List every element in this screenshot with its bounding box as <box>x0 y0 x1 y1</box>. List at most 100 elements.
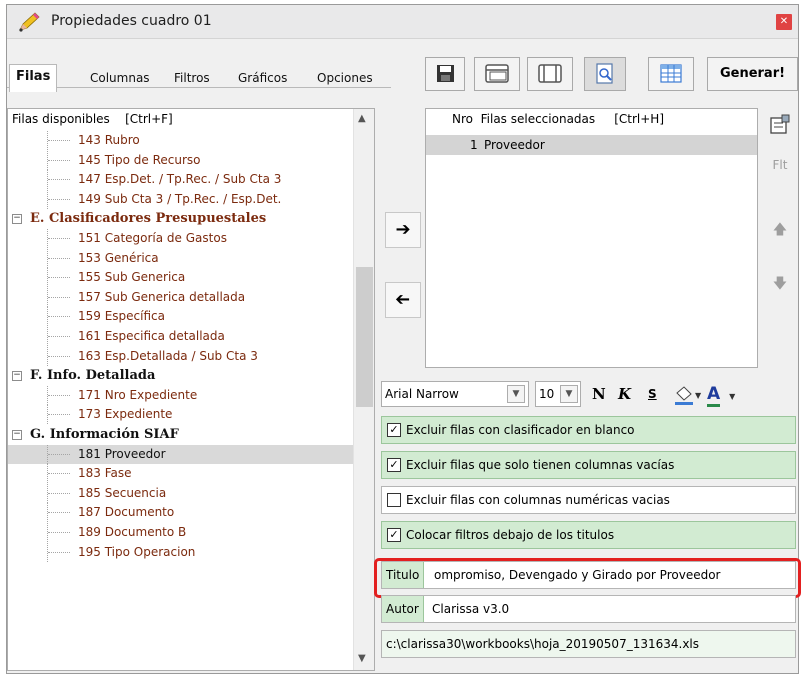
tree-item[interactable]: 155 Sub Generica <box>8 268 353 288</box>
tree-item[interactable]: 163 Esp.Detallada / Sub Cta 3 <box>8 346 353 366</box>
tree-connector <box>48 159 70 161</box>
tree-item[interactable]: 171 Nro Expediente <box>8 385 353 405</box>
path-field[interactable]: c:\clarissa30\workbooks\hoja_20190507_13… <box>381 630 796 658</box>
tree-item[interactable]: 189 Documento B <box>8 523 353 542</box>
pencil-icon <box>19 12 40 32</box>
selected-row[interactable]: 1 Proveedor <box>426 135 757 155</box>
tree-item[interactable]: 143 Rubro <box>8 131 353 150</box>
tree-group[interactable]: − E. Clasificadores Presupuestales <box>8 209 353 228</box>
tree-connector <box>48 355 70 357</box>
tree-item[interactable]: 159 Específica <box>8 307 353 327</box>
path-value[interactable]: c:\clarissa30\workbooks\hoja_20190507_13… <box>386 631 699 657</box>
option-label: Excluir filas con clasificador en blanco <box>406 423 635 437</box>
save-button[interactable] <box>425 57 465 91</box>
table-button[interactable] <box>648 57 694 91</box>
tab-filtros[interactable]: Filtros <box>168 67 216 91</box>
collapse-icon[interactable]: − <box>12 371 22 382</box>
tree-item[interactable]: 145 Tipo de Recurso <box>8 150 353 170</box>
option-exclude-empty-columns[interactable]: ✓ Excluir filas que solo tienen columnas… <box>381 451 796 479</box>
tab-filas[interactable]: Filas <box>9 64 58 92</box>
layout-columns-button[interactable] <box>527 57 573 91</box>
tree-connector <box>47 229 48 248</box>
title-bar: Propiedades cuadro 01 ✕ <box>7 5 798 39</box>
checkbox-icon[interactable] <box>387 493 401 507</box>
option-filters-below-titles[interactable]: ✓ Colocar filtros debajo de los titulos <box>381 521 796 549</box>
tree-group[interactable]: − F. Info. Detallada <box>8 366 353 385</box>
autor-label: Autor <box>382 596 424 622</box>
filter-button[interactable]: Flt <box>764 147 796 183</box>
tree-item-label: F. Info. Detallada <box>30 368 156 384</box>
option-label: Excluir filas con columnas numéricas vac… <box>406 493 670 507</box>
option-exclude-empty-numeric[interactable]: Excluir filas con columnas numéricas vac… <box>381 486 796 514</box>
tree-item-label: 153 Genérica <box>78 250 159 265</box>
chevron-down-icon[interactable]: ▼ <box>560 385 578 403</box>
font-color-button[interactable]: A ▼ <box>707 381 735 407</box>
tree-item-label: 155 Sub Generica <box>78 270 186 285</box>
tree-connector <box>48 473 70 475</box>
collapse-icon[interactable]: − <box>12 430 22 440</box>
tree-item[interactable]: 149 Sub Cta 3 / Tp.Rec. / Esp.Det. <box>8 189 353 209</box>
tree-group[interactable]: − G. Información SIAF <box>8 425 353 444</box>
preview-button[interactable] <box>584 57 626 91</box>
document-preview-icon <box>596 63 613 84</box>
available-rows-list[interactable]: Filas disponibles [Ctrl+F] 143 Rubro 145 … <box>7 108 375 671</box>
selected-rows-list[interactable]: Nro Filas seleccionadas [Ctrl+H] 1 Prove… <box>425 108 758 368</box>
layout-rows-icon <box>485 64 509 83</box>
tree-item[interactable]: 185 Secuencia <box>8 483 353 503</box>
tree-item[interactable]: 161 Especifica detallada <box>8 327 353 346</box>
autor-input[interactable]: Clarissa v3.0 <box>432 596 509 622</box>
scroll-up-icon[interactable]: ▲ <box>358 113 366 124</box>
italic-button[interactable]: K <box>618 381 631 407</box>
tree-item[interactable]: 157 Sub Generica detallada <box>8 287 353 307</box>
generate-button[interactable]: Generar! <box>707 57 798 91</box>
checkbox-icon[interactable]: ✓ <box>387 423 401 437</box>
tree-item[interactable]: 187 Documento <box>8 503 353 523</box>
layout-rows-button[interactable] <box>474 57 520 91</box>
tab-columnas[interactable]: Columnas <box>84 67 156 91</box>
bold-button[interactable]: N <box>592 381 606 407</box>
tree-item[interactable]: 181 Proveedor <box>8 444 353 464</box>
arrow-up-icon: 🡅 <box>772 222 788 238</box>
font-family-select[interactable]: Arial Narrow ▼ <box>381 381 529 407</box>
tab-graficos[interactable]: Gráficos <box>232 67 293 91</box>
scroll-down-icon[interactable]: ▼ <box>358 653 366 664</box>
arrow-left-icon: ➔ <box>395 289 411 310</box>
option-label: Colocar filtros debajo de los titulos <box>406 528 615 542</box>
tree-connector <box>48 551 70 553</box>
tree-item[interactable]: 151 Categoría de Gastos <box>8 229 353 248</box>
tree-connector <box>47 268 48 288</box>
tree-item[interactable]: 147 Esp.Det. / Tp.Rec. / Sub Cta 3 <box>8 170 353 190</box>
tree-item-label: 161 Especifica detallada <box>78 329 225 343</box>
tree-item[interactable]: 183 Fase <box>8 464 353 484</box>
tree-item-label: 189 Documento B <box>78 525 187 539</box>
available-rows-scrollbar[interactable]: ▲ ▼ <box>353 109 374 670</box>
collapse-icon[interactable]: − <box>12 214 22 225</box>
checkbox-icon[interactable]: ✓ <box>387 528 401 542</box>
option-exclude-blank-classifier[interactable]: ✓ Excluir filas con clasificador en blan… <box>381 416 796 444</box>
font-size-select[interactable]: 10 ▼ <box>535 381 581 407</box>
strikethrough-button[interactable]: S <box>648 381 657 407</box>
checkbox-icon[interactable]: ✓ <box>387 458 401 472</box>
close-button[interactable]: ✕ <box>776 14 792 30</box>
move-up-button[interactable]: 🡅 <box>764 212 796 248</box>
tree-item-label: G. Información SIAF <box>30 427 179 442</box>
scroll-thumb[interactable] <box>356 267 373 407</box>
tree-item[interactable]: 153 Genérica <box>8 248 353 268</box>
tree-connector <box>48 394 70 396</box>
autor-field[interactable]: Autor Clarissa v3.0 <box>381 595 796 623</box>
tree-item-label: 159 Específica <box>78 309 165 324</box>
properties-button[interactable] <box>764 107 796 143</box>
tree-connector <box>47 464 48 484</box>
tree-connector <box>47 503 48 523</box>
move-down-button[interactable]: 🡇 <box>764 266 796 302</box>
chevron-down-icon[interactable]: ▼ <box>507 385 525 403</box>
tree-connector <box>48 336 70 337</box>
fill-color-button[interactable]: ▼ <box>671 381 703 407</box>
tree-connector <box>48 532 70 533</box>
tab-opciones[interactable]: Opciones <box>311 67 379 91</box>
add-row-button[interactable]: ➔ <box>385 212 421 248</box>
tree-item[interactable]: 173 Expediente <box>8 405 353 425</box>
tree-item[interactable]: 195 Tipo Operacion <box>8 542 353 562</box>
remove-row-button[interactable]: ➔ <box>385 282 421 318</box>
tree-item-label: 185 Secuencia <box>78 485 167 500</box>
